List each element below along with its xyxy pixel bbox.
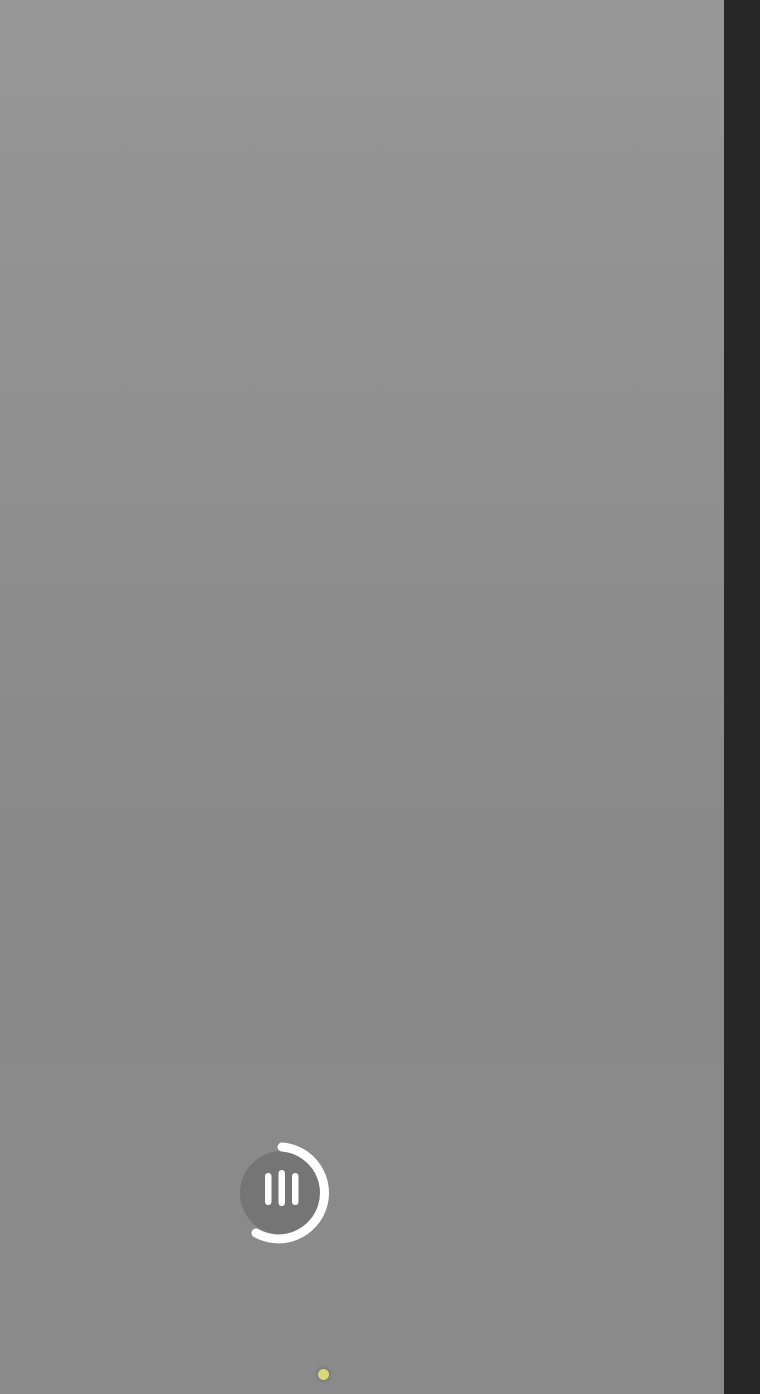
- properties-column: [355, 0, 745, 1394]
- viewport-bottom-status-dot: [318, 1369, 329, 1380]
- properties-tab-strip: [724, 0, 760, 1394]
- growing-bars-spinner-icon: [232, 1138, 336, 1248]
